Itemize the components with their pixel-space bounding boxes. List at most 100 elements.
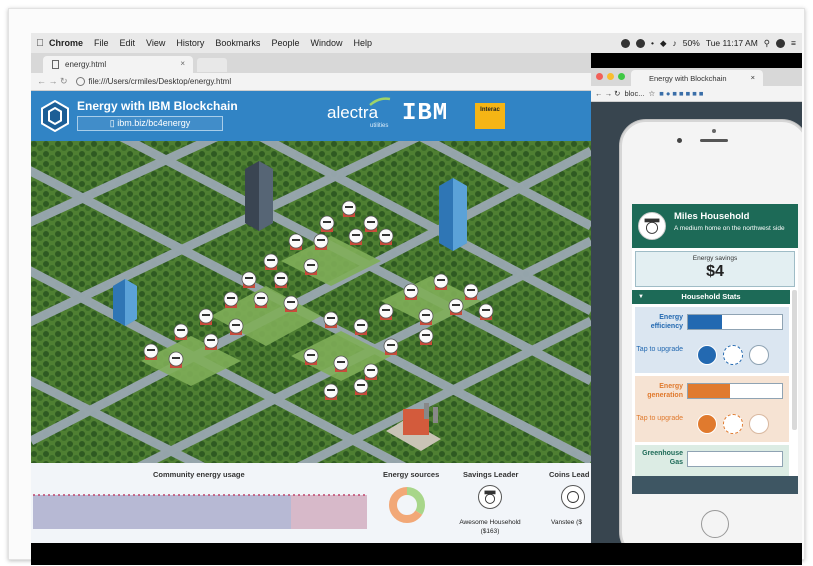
new-tab-button[interactable] [197, 58, 227, 72]
ibm-logo: IBM [402, 100, 449, 127]
house-marker[interactable] [418, 328, 434, 345]
thermostat-icon[interactable] [723, 345, 743, 365]
menu-window[interactable]: Window [310, 38, 342, 48]
house-marker[interactable] [173, 323, 189, 340]
house-marker[interactable] [323, 311, 339, 328]
efficiency-upgrades [697, 345, 769, 365]
house-marker[interactable] [273, 271, 289, 288]
info-icon[interactable] [75, 77, 85, 86]
house-marker[interactable] [478, 303, 494, 320]
url-field[interactable]: file:///Users/crmiles/Desktop/energy.htm… [89, 77, 232, 86]
house-marker[interactable] [433, 273, 449, 290]
house-marker[interactable] [168, 351, 184, 368]
menu-file[interactable]: File [94, 38, 109, 48]
house-marker[interactable] [383, 338, 399, 355]
energy-savings-label: Energy savings [692, 255, 738, 262]
menu-chrome[interactable]: Chrome [49, 38, 83, 48]
house-marker[interactable] [353, 378, 369, 395]
tab-energy[interactable]: energy.html × [43, 56, 193, 73]
house-marker[interactable] [403, 283, 419, 300]
menu-people[interactable]: People [271, 38, 299, 48]
back-forward-reload-icons[interactable]: ← → ↻ [37, 76, 68, 87]
house-marker[interactable] [378, 303, 394, 320]
maximize-window-button[interactable] [618, 73, 625, 80]
battery-percent[interactable]: 50% [683, 38, 700, 48]
spotlight-icon[interactable]: ⚲ [764, 38, 770, 49]
notification-icon[interactable]: ≡ [791, 38, 796, 48]
house-marker[interactable] [143, 343, 159, 360]
house-marker[interactable] [228, 318, 244, 335]
house-marker[interactable] [253, 291, 269, 308]
apple-icon[interactable]:  [31, 38, 49, 49]
city-map[interactable] [31, 141, 591, 463]
house-marker[interactable] [418, 308, 434, 325]
house-marker[interactable] [378, 228, 394, 245]
video-letterbox [31, 543, 802, 565]
upgrade-label: Tap to upgrade [636, 415, 683, 422]
house-marker[interactable] [203, 333, 219, 350]
menu-edit[interactable]: Edit [120, 38, 136, 48]
win2-tab-strip: Energy with Blockchain × [591, 68, 802, 86]
app-link[interactable]: ▯ ibm.biz/bc4energy [77, 116, 223, 131]
wifi-icon[interactable]: ◆ [660, 38, 667, 49]
house-marker[interactable] [463, 283, 479, 300]
menu-bookmarks[interactable]: Bookmarks [215, 38, 260, 48]
upgrade-label: Tap to upgrade [636, 346, 683, 353]
house-marker[interactable] [323, 383, 339, 400]
house-marker[interactable] [348, 228, 364, 245]
household-avatar [638, 212, 666, 240]
alectra-swoosh-icon [369, 97, 391, 106]
app-title: Energy with IBM Blockchain [77, 99, 238, 113]
bluetooth-icon[interactable]: • [651, 38, 654, 48]
generation-fill [688, 384, 731, 398]
sun-icon[interactable] [697, 414, 717, 434]
house-marker[interactable] [198, 308, 214, 325]
menu-help[interactable]: Help [353, 38, 372, 48]
battery-icon[interactable] [723, 414, 743, 434]
tab-close-icon[interactable]: × [751, 73, 755, 82]
status-icon[interactable] [636, 38, 646, 48]
stats-scrollbar[interactable] [792, 290, 797, 430]
generation-row: Energy generation Tap to upgrade [635, 376, 789, 442]
house-marker[interactable] [288, 233, 304, 250]
status-icon[interactable] [621, 38, 631, 48]
home-button[interactable] [701, 510, 729, 538]
house-marker[interactable] [303, 258, 319, 275]
house-marker[interactable] [333, 355, 349, 372]
appliance-icon[interactable] [749, 345, 769, 365]
house-marker[interactable] [241, 271, 257, 288]
star-icon[interactable]: ☆ [648, 89, 655, 98]
macos-menubar:  Chrome File Edit View History Bookmark… [31, 33, 802, 53]
tab-energy-blockchain[interactable]: Energy with Blockchain × [631, 70, 763, 86]
volume-icon[interactable]: ♪ [673, 38, 677, 48]
house-marker[interactable] [313, 233, 329, 250]
coins-leader-label: Coins Lead [549, 470, 590, 479]
app-header: Energy with IBM Blockchain ▯ ibm.biz/bc4… [31, 91, 591, 141]
nav-icons[interactable]: ← → ↻ [595, 89, 620, 98]
house-marker[interactable] [283, 295, 299, 312]
extension-icons[interactable]: ■ ● ■ ■ ■ ■ ■ [659, 89, 703, 98]
phone-mockup: Miles Household A medium home on the nor… [620, 120, 802, 558]
house-marker[interactable] [363, 363, 379, 380]
house-marker[interactable] [353, 318, 369, 335]
household-stats-header[interactable]: ▼ Household Stats [632, 290, 790, 304]
menu-history[interactable]: History [176, 38, 204, 48]
tab-close-icon[interactable]: × [180, 59, 185, 68]
house-marker[interactable] [448, 298, 464, 315]
clock[interactable]: Tue 11:17 AM [706, 38, 758, 48]
close-window-button[interactable] [596, 73, 603, 80]
wind-icon[interactable] [749, 414, 769, 434]
household-header: Miles Household A medium home on the nor… [632, 204, 798, 248]
house-marker[interactable] [319, 215, 335, 232]
url-field[interactable]: bloc... [624, 89, 644, 98]
house-marker[interactable] [303, 348, 319, 365]
user-icon[interactable] [776, 38, 786, 48]
house-marker[interactable] [341, 200, 357, 217]
house-marker[interactable] [223, 291, 239, 308]
menu-view[interactable]: View [146, 38, 165, 48]
house-marker[interactable] [363, 215, 379, 232]
minimize-window-button[interactable] [607, 73, 614, 80]
desktop-screen:  Chrome File Edit View History Bookmark… [31, 33, 802, 565]
bulb-icon[interactable] [697, 345, 717, 365]
house-marker[interactable] [263, 253, 279, 270]
